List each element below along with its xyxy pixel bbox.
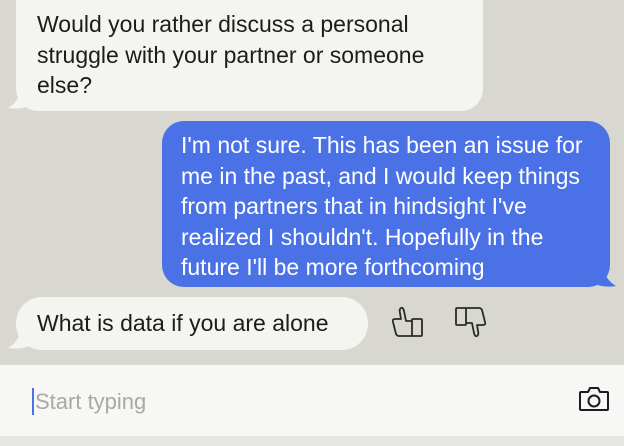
user-message-text: I'm not sure. This has been an issue for… — [181, 132, 583, 280]
chat-thread: Would you rather discuss a personal stru… — [0, 0, 624, 364]
text-cursor — [32, 388, 34, 415]
camera-icon — [578, 385, 610, 418]
bot-message: Would you rather discuss a personal stru… — [16, 0, 483, 111]
camera-button[interactable] — [576, 385, 612, 417]
thumbs-down-button[interactable] — [450, 304, 490, 344]
message-input-placeholder[interactable]: Start typing — [35, 389, 146, 415]
user-bubble-tail — [594, 270, 616, 288]
thumbs-up-button[interactable] — [388, 304, 428, 344]
bot-message-text: What is data if you are alone — [37, 310, 329, 336]
thumbs-down-icon — [452, 305, 488, 344]
thumbs-up-icon — [390, 305, 426, 344]
bot-message: What is data if you are alone — [16, 297, 368, 350]
bot-bubble-tail — [8, 332, 30, 350]
bot-message-text: Would you rather discuss a personal stru… — [37, 11, 425, 98]
user-message: I'm not sure. This has been an issue for… — [162, 121, 610, 287]
message-composer[interactable]: Start typing — [0, 365, 624, 436]
bot-bubble-tail — [8, 92, 30, 110]
bottom-strip — [0, 436, 624, 446]
